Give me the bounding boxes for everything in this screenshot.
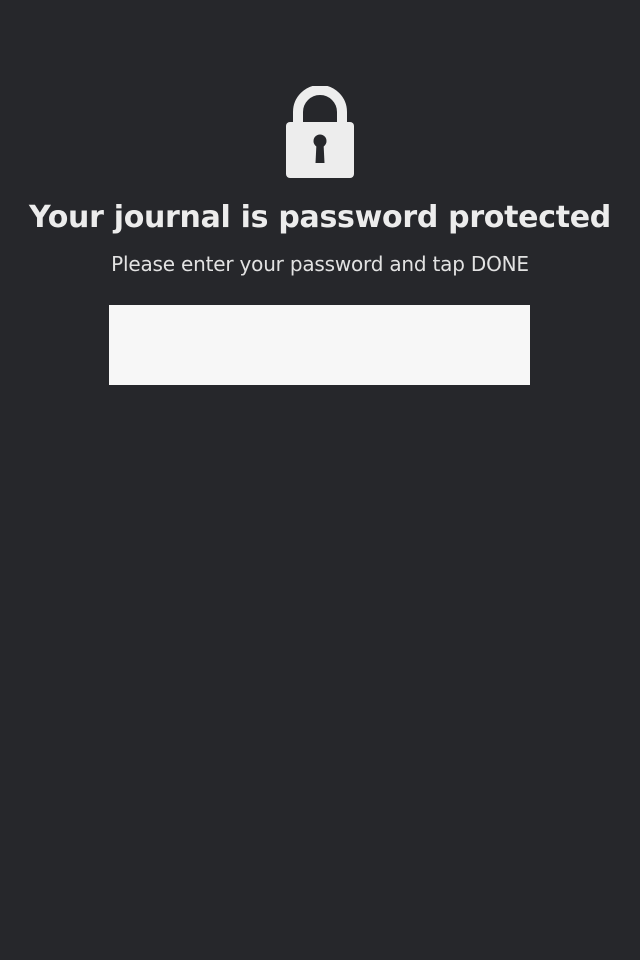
instruction-text: Please enter your password and tap DONE [111, 252, 529, 276]
lock-icon [284, 86, 356, 180]
password-input[interactable] [109, 305, 530, 385]
page-title: Your journal is password protected [29, 200, 611, 235]
